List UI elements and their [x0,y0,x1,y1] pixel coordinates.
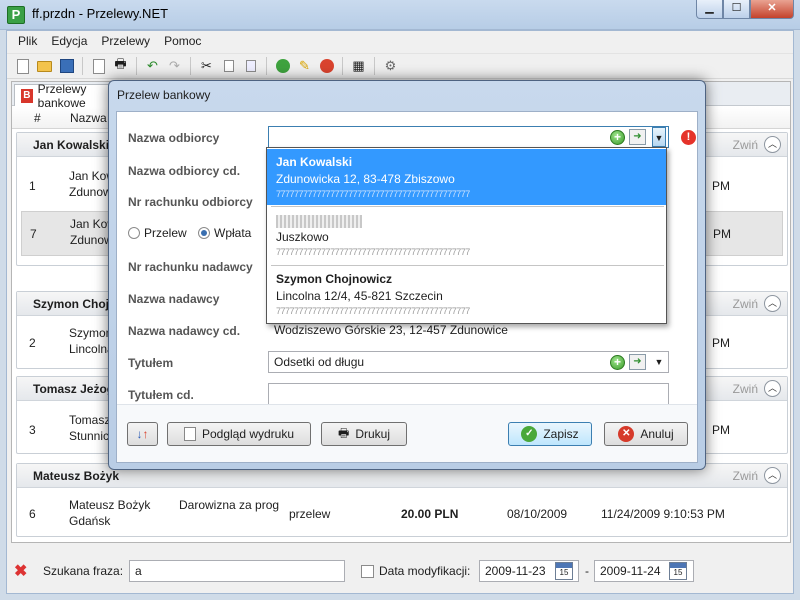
table-row[interactable]: 6 Mateusz Bożyk Gdańsk Darowizna za prog… [17,494,787,536]
masked-account: 7777777777777777777777777777777777777777… [276,189,470,199]
edit-pencil-icon[interactable]: ✎ [295,57,314,76]
settings-gear-icon[interactable]: ⚙ [381,57,400,76]
minimize-button[interactable]: ▁ [696,0,723,19]
search-label: Szukana fraza: [43,564,124,578]
toolbar: 🖶 ↶ ↷ ✂ ✎ ▦ ⚙ [7,53,793,79]
wplata-label: Wpłata [214,226,252,240]
window-title: ff.przdn - Przelewy.NET [32,6,169,21]
title-cd-input[interactable] [268,383,669,405]
redo-icon[interactable]: ↷ [165,57,184,76]
recipient-dropdown-arrow[interactable]: ▼ [652,127,666,147]
title-cd-label: Tytułem cd. [128,388,194,402]
print-preview-button[interactable]: Podgląd wydruku [167,422,311,446]
save-icon[interactable] [57,57,76,76]
cut-icon[interactable]: ✂ [197,57,216,76]
undo-icon[interactable]: ↶ [143,57,162,76]
collapse-label[interactable]: Zwiń [733,138,758,152]
menu-edycja[interactable]: Edycja [44,31,94,52]
chevron-up-icon[interactable]: ︿ [764,295,781,312]
group-mateusz: Mateusz Bożyk Zwiń ︿ 6 Mateusz Bożyk Gdań… [16,463,788,537]
swap-arrows-icon: ↓↑ [136,427,149,441]
recipient-label: Nazwa odbiorcy [128,131,220,145]
sender-account-label: Nr rachunku nadawcy [128,260,253,274]
group-name: Jan Kowalski [33,138,110,152]
date-filter-label: Data modyfikacji: [379,564,471,578]
window-titlebar: P ff.przdn - Przelewy.NET ▁ ☐ ✕ [0,0,800,30]
collapse-label[interactable]: Zwiń [733,469,758,483]
dialog-title: Przelew bankowy [117,88,211,102]
error-icon: ! [681,130,696,145]
list-item[interactable]: Jan Kowalski Zdunowicka 12, 83-478 Zbisz… [267,149,666,205]
masked-account: 7777777777777777777777777777777777777777… [276,306,470,316]
add-recipient-icon[interactable]: + [610,130,625,145]
calendar-icon[interactable]: 15 [555,562,573,580]
recipient-account-label: Nr rachunku odbiorcy [128,195,253,209]
print-button[interactable]: 🖶 Drukuj [321,422,407,446]
paste-icon[interactable] [241,57,260,76]
menu-pomoc[interactable]: Pomoc [157,31,208,52]
title-dropdown-arrow[interactable]: ▼ [652,352,666,372]
blurred-name [276,215,362,228]
address-book-icon[interactable]: ➜ [629,129,646,145]
sender-name-label: Nazwa nadawcy [128,292,220,306]
list-item[interactable]: Szymon Chojnowicz Lincolna 12/4, 45-821 … [267,266,666,323]
close-button[interactable]: ✕ [750,0,794,19]
print-icon[interactable]: 🖶 [111,56,130,76]
open-folder-icon[interactable] [35,57,54,76]
calendar-icon[interactable]: 15 [669,562,687,580]
title-input[interactable]: Odsetki od długu [268,351,669,373]
recipient-dropdown-list: Jan Kowalski Zdunowicka 12, 83-478 Zbisz… [266,147,667,324]
recipient-input[interactable] [268,126,669,148]
print-preview-icon[interactable] [89,57,108,76]
search-bar: ✖ Szukana fraza: a Data modyfikacji: 200… [7,547,793,593]
add-icon[interactable] [273,57,292,76]
menu-przelewy[interactable]: Przelewy [94,31,157,52]
app-icon: P [7,6,25,24]
menu-plik[interactable]: Plik [11,31,44,52]
cancel-button[interactable]: ✕ Anuluj [604,422,688,446]
col-num[interactable]: # [34,111,41,125]
title-label: Tytułem [128,356,174,370]
collapse-label[interactable]: Zwiń [733,382,758,396]
date-filter-checkbox[interactable] [361,565,374,578]
tab-przelewy-bankowe[interactable]: B Przelewy bankowe [14,82,122,110]
list-item[interactable]: Juszkowo 7777777777777777777777777777777… [267,207,666,264]
checkmark-icon: ✓ [521,426,538,442]
recipient-cd-label: Nazwa odbiorcy cd. [128,164,241,178]
cancel-x-icon: ✕ [618,426,635,442]
clear-search-icon[interactable]: ✖ [14,561,27,581]
title-list-icon[interactable]: ➜ [629,354,646,370]
add-title-icon[interactable]: + [610,355,625,370]
przelew-radio[interactable] [128,227,140,239]
sender-name-cd-label: Nazwa nadawcy cd. [128,324,241,338]
save-button[interactable]: ✓ Zapisz [508,422,592,446]
delete-icon[interactable] [317,57,336,76]
group-name: Mateusz Bożyk [33,469,120,483]
chevron-up-icon[interactable]: ︿ [764,380,781,397]
print-preview-icon [183,427,196,441]
group-name: Szymon Chojn [33,297,117,311]
collapse-label[interactable]: Zwiń [733,297,758,311]
copy-icon[interactable] [219,57,238,76]
chevron-up-icon[interactable]: ︿ [764,467,781,484]
chevron-up-icon[interactable]: ︿ [764,136,781,153]
new-document-icon[interactable] [13,57,32,76]
search-input[interactable]: a [129,560,345,582]
przelew-label: Przelew [144,226,187,240]
maximize-button[interactable]: ☐ [723,0,750,19]
masked-account: 7777777777777777777777777777777777777777… [276,247,470,257]
dialog-footer: ↓↑ Podgląd wydruku 🖶 Drukuj ✓ Zapisz ✕ A… [117,404,697,462]
group-name: Tomasz Jeżog [33,382,115,396]
wplata-radio[interactable] [198,227,210,239]
menu-bar: Plik Edycja Przelewy Pomoc [7,31,793,52]
table-icon[interactable]: ▦ [349,57,368,76]
bank-transfer-icon: B [21,88,33,103]
swap-button[interactable]: ↓↑ [127,422,158,446]
printer-icon: 🖶 [337,425,350,440]
